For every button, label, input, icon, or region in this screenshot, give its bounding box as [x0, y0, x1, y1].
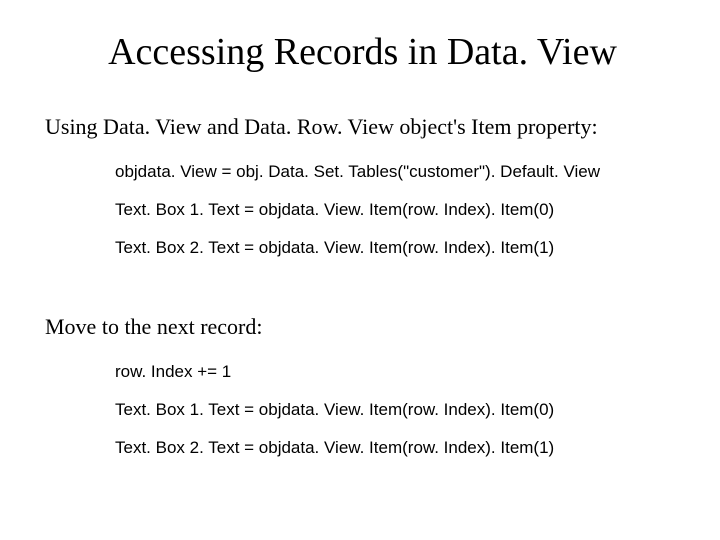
- code-line: Text. Box 2. Text = objdata. View. Item(…: [115, 238, 680, 258]
- section-gap: [45, 276, 680, 314]
- code-line: Text. Box 2. Text = objdata. View. Item(…: [115, 438, 680, 458]
- code-line: Text. Box 1. Text = objdata. View. Item(…: [115, 200, 680, 220]
- section1-heading: Using Data. View and Data. Row. View obj…: [45, 114, 680, 140]
- code-line: objdata. View = obj. Data. Set. Tables("…: [115, 162, 680, 182]
- slide-title: Accessing Records in Data. View: [45, 30, 680, 74]
- code-line: Text. Box 1. Text = objdata. View. Item(…: [115, 400, 680, 420]
- section2-heading: Move to the next record:: [45, 314, 680, 340]
- code-line: row. Index += 1: [115, 362, 680, 382]
